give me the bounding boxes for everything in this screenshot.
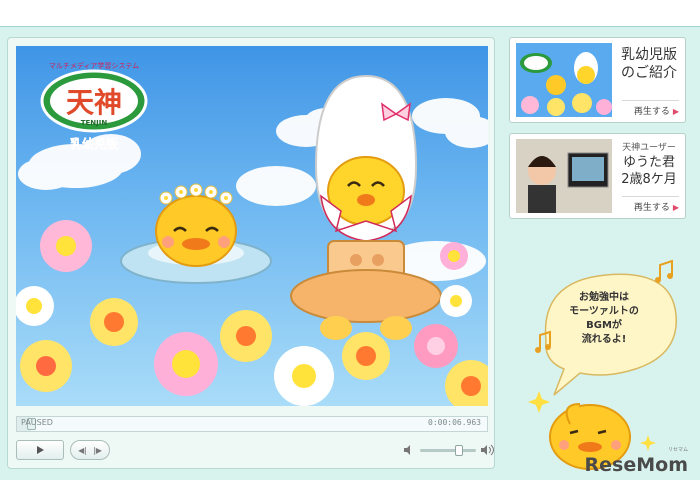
play-link[interactable]: 再生する ▶ (634, 200, 679, 213)
card-title-line: 2歳8ケ月 (621, 172, 677, 187)
brand-watermark: ReseMom リセマム (584, 447, 688, 476)
next-icon[interactable]: |▶ (93, 446, 102, 455)
brand-name: ReseMom (584, 454, 688, 476)
play-icon (37, 446, 44, 454)
logo-romaji: TENJIN (81, 119, 108, 127)
volume-knob[interactable] (455, 445, 464, 456)
volume-low-icon[interactable] (402, 443, 416, 457)
arrow-right-icon: ▶ (672, 107, 679, 116)
bubble-line: BGMが (586, 320, 622, 331)
video-stage[interactable]: マルチメディア学習システム 天神 TENJIN 乳幼児版 (16, 46, 488, 406)
bubble-line: お勉強中は (579, 292, 629, 303)
bubble-line: モーツァルトの (569, 306, 639, 317)
bubble-message: お勉強中は モーツァルトの BGMが 流れるよ! (564, 291, 644, 347)
play-button[interactable] (16, 440, 64, 460)
card-subtitle: 天神ユーザー (622, 143, 676, 153)
play-link[interactable]: 再生する ▶ (634, 104, 679, 117)
mascot-bubble: お勉強中は モーツァルトの BGMが 流れるよ! (520, 249, 700, 479)
play-link-label: 再生する (633, 203, 670, 213)
card-title-line: のご紹介 (621, 65, 677, 81)
divider (622, 196, 679, 197)
video-thumbnail[interactable] (516, 139, 612, 213)
card-title: 天神ユーザー ゆうた君 2歳8ケ月 (614, 142, 684, 188)
main-frame: マルチメディア学習システム 天神 TENJIN 乳幼児版 PAUSED 0:00… (0, 26, 700, 480)
volume-slider[interactable] (420, 445, 476, 456)
brand-sub: リセマム (667, 447, 688, 453)
video-frame-illustration: マルチメディア学習システム 天神 TENJIN 乳幼児版 (16, 61, 488, 406)
arrow-right-icon: ▶ (672, 203, 679, 212)
progress-bar[interactable]: PAUSED 0:00:06.963 (16, 416, 488, 432)
logo-tagline: マルチメディア学習システム (49, 61, 139, 70)
divider (622, 100, 679, 101)
logo-edition: 乳幼児版 (70, 136, 118, 151)
play-link-label: 再生する (633, 107, 670, 117)
chapter-nav: ◀| |▶ (70, 440, 110, 460)
control-bar: ◀| |▶ (16, 440, 494, 462)
volume-high-icon[interactable] (480, 443, 494, 457)
playback-time: 0:00:06.963 (428, 418, 481, 427)
card-title-line: 乳幼児版 (621, 47, 677, 63)
card-title: 乳幼児版 のご紹介 (614, 46, 684, 82)
video-card-intro[interactable]: 乳幼児版 のご紹介 再生する ▶ (509, 37, 686, 123)
video-thumbnail[interactable] (516, 43, 612, 117)
prev-icon[interactable]: ◀| (78, 446, 87, 455)
playback-status: PAUSED (21, 418, 53, 427)
speech-bubble-graphic (528, 259, 677, 470)
video-player: マルチメディア学習システム 天神 TENJIN 乳幼児版 PAUSED 0:00… (7, 37, 495, 469)
music-note-icon (655, 259, 673, 283)
bubble-line: 流れるよ! (581, 334, 627, 345)
logo-title: 天神 (66, 86, 122, 119)
video-card-user[interactable]: 天神ユーザー ゆうた君 2歳8ケ月 再生する ▶ (509, 133, 686, 219)
card-title-line: ゆうた君 (622, 155, 675, 170)
